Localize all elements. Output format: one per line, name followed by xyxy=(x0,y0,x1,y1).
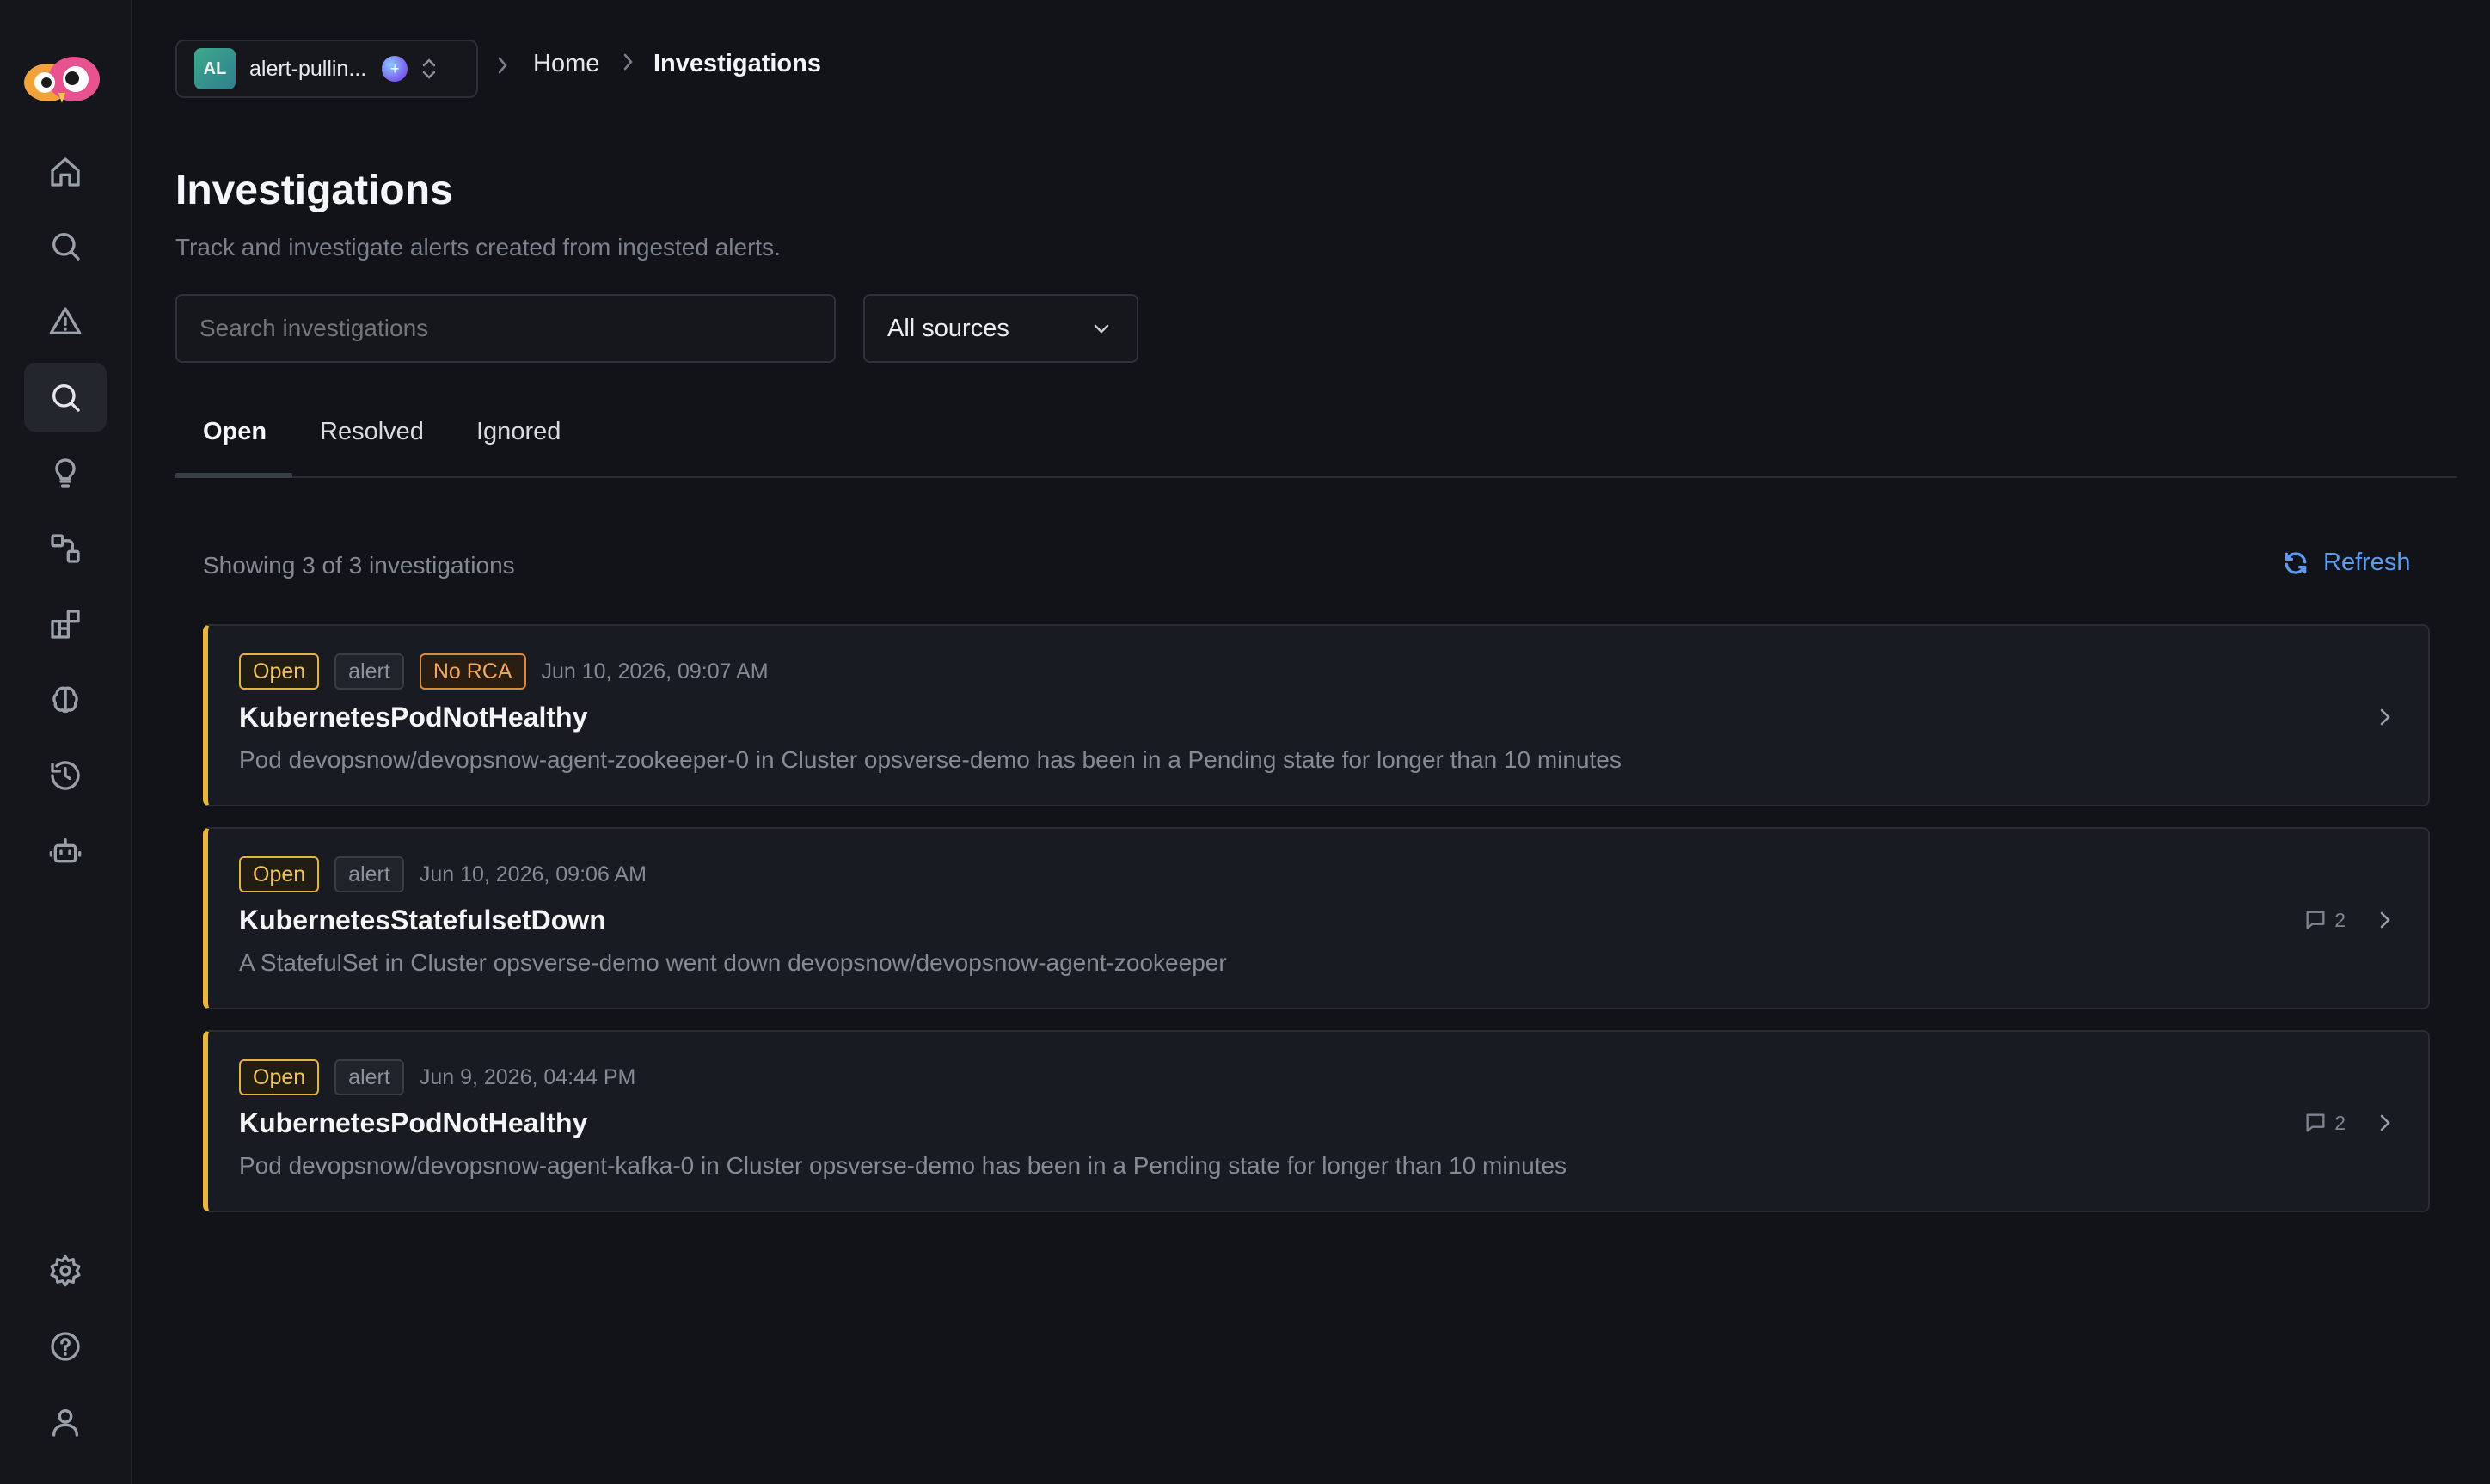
chevron-up-down-icon xyxy=(422,58,436,79)
tabs-divider xyxy=(175,476,2457,478)
investigation-title: KubernetesStatefulsetDown xyxy=(239,905,606,935)
user-icon xyxy=(52,1409,79,1437)
type-badge: alert xyxy=(334,1059,404,1095)
status-badge: Open xyxy=(239,1059,320,1095)
comment-count-value: 2 xyxy=(2334,1111,2346,1134)
nav-integrations[interactable] xyxy=(24,590,107,659)
nav-history[interactable] xyxy=(24,741,107,810)
comment-count: 2 xyxy=(2303,1111,2346,1135)
investigation-date: Jun 10, 2026, 09:06 AM xyxy=(419,862,647,886)
investigation-description: A StatefulSet in Cluster opsverse-demo w… xyxy=(239,949,1227,976)
chevron-right-icon[interactable] xyxy=(2377,703,2394,731)
history-icon xyxy=(51,761,80,790)
nav-agents[interactable] xyxy=(24,817,107,886)
investigations-search-icon xyxy=(52,384,80,412)
workspace-name: alert-pullin... xyxy=(249,56,367,81)
status-badge: Open xyxy=(239,856,320,892)
page-subtitle: Track and investigate alerts created fro… xyxy=(175,234,781,261)
workspace-status-icon: + xyxy=(382,56,408,82)
type-badge: alert xyxy=(334,856,404,892)
active-tab-indicator xyxy=(175,473,292,478)
investigation-description: Pod devopsnow/devopsnow-agent-zookeeper-… xyxy=(239,746,1622,773)
comment-icon xyxy=(2306,1113,2325,1132)
search-icon xyxy=(52,233,80,261)
sidebar xyxy=(0,0,132,1484)
refresh-label: Refresh xyxy=(2323,549,2411,576)
chevron-right-icon[interactable] xyxy=(2377,906,2394,934)
lightbulb-icon xyxy=(55,458,76,488)
settings-gear-icon xyxy=(50,1254,81,1287)
investigation-title: KubernetesPodNotHealthy xyxy=(239,1107,588,1138)
workflow-icon xyxy=(51,534,80,563)
investigation-date: Jun 9, 2026, 04:44 PM xyxy=(419,1064,636,1089)
investigation-card[interactable]: Open alert Jun 10, 2026, 09:06 AM Kubern… xyxy=(203,827,2430,1009)
chevron-down-icon xyxy=(1094,324,1109,334)
investigation-card[interactable]: Open alert Jun 9, 2026, 04:44 PM Kuberne… xyxy=(203,1030,2430,1212)
nav-workflows[interactable] xyxy=(24,514,107,583)
investigation-card[interactable]: Open alert No RCA Jun 10, 2026, 09:07 AM… xyxy=(203,624,2430,806)
nav-home[interactable] xyxy=(24,138,107,206)
alert-triangle-icon xyxy=(49,307,82,334)
bot-icon xyxy=(49,838,82,863)
help-circle-icon xyxy=(51,1332,80,1361)
type-badge: alert xyxy=(334,653,404,690)
source-filter-value: All sources xyxy=(887,314,1009,342)
tab-open[interactable]: Open xyxy=(203,418,267,446)
nav-settings[interactable] xyxy=(24,1236,107,1305)
owl-logo[interactable] xyxy=(21,50,107,110)
chevron-right-icon[interactable] xyxy=(2377,1109,2394,1137)
investigation-date: Jun 10, 2026, 09:07 AM xyxy=(541,659,769,684)
home-icon xyxy=(51,157,80,187)
search-input[interactable] xyxy=(175,294,836,363)
nav-knowledge[interactable] xyxy=(24,665,107,734)
comment-icon xyxy=(2306,911,2325,929)
nav-insights[interactable] xyxy=(24,438,107,507)
source-filter-select[interactable]: All sources xyxy=(863,294,1138,363)
breadcrumb-current: Investigations xyxy=(653,50,821,77)
nav-investigations[interactable] xyxy=(24,363,107,432)
refresh-icon xyxy=(2285,551,2307,574)
nav-profile[interactable] xyxy=(24,1388,107,1456)
brain-icon xyxy=(52,686,78,714)
nav-help[interactable] xyxy=(24,1312,107,1381)
comment-count: 2 xyxy=(2303,908,2346,932)
rca-badge: No RCA xyxy=(419,653,526,690)
nav-search[interactable] xyxy=(24,212,107,280)
investigation-title: KubernetesPodNotHealthy xyxy=(239,702,588,733)
integrations-icon xyxy=(51,610,80,639)
breadcrumb-separator-icon xyxy=(623,53,633,71)
workspace-avatar: AL xyxy=(194,48,236,89)
tab-ignored[interactable]: Ignored xyxy=(476,418,561,446)
page-title: Investigations xyxy=(175,168,453,213)
workspace-switcher[interactable]: AL alert-pullin... + xyxy=(175,40,478,98)
status-badge: Open xyxy=(239,653,320,690)
breadcrumb-home[interactable]: Home xyxy=(533,50,599,78)
breadcrumb-separator-icon xyxy=(498,57,507,74)
nav-alerts[interactable] xyxy=(24,287,107,356)
refresh-button[interactable]: Refresh xyxy=(2282,549,2411,577)
comment-count-value: 2 xyxy=(2334,908,2346,931)
investigation-description: Pod devopsnow/devopsnow-agent-kafka-0 in… xyxy=(239,1152,1567,1179)
tab-resolved[interactable]: Resolved xyxy=(320,418,424,446)
results-count: Showing 3 of 3 investigations xyxy=(203,552,515,579)
